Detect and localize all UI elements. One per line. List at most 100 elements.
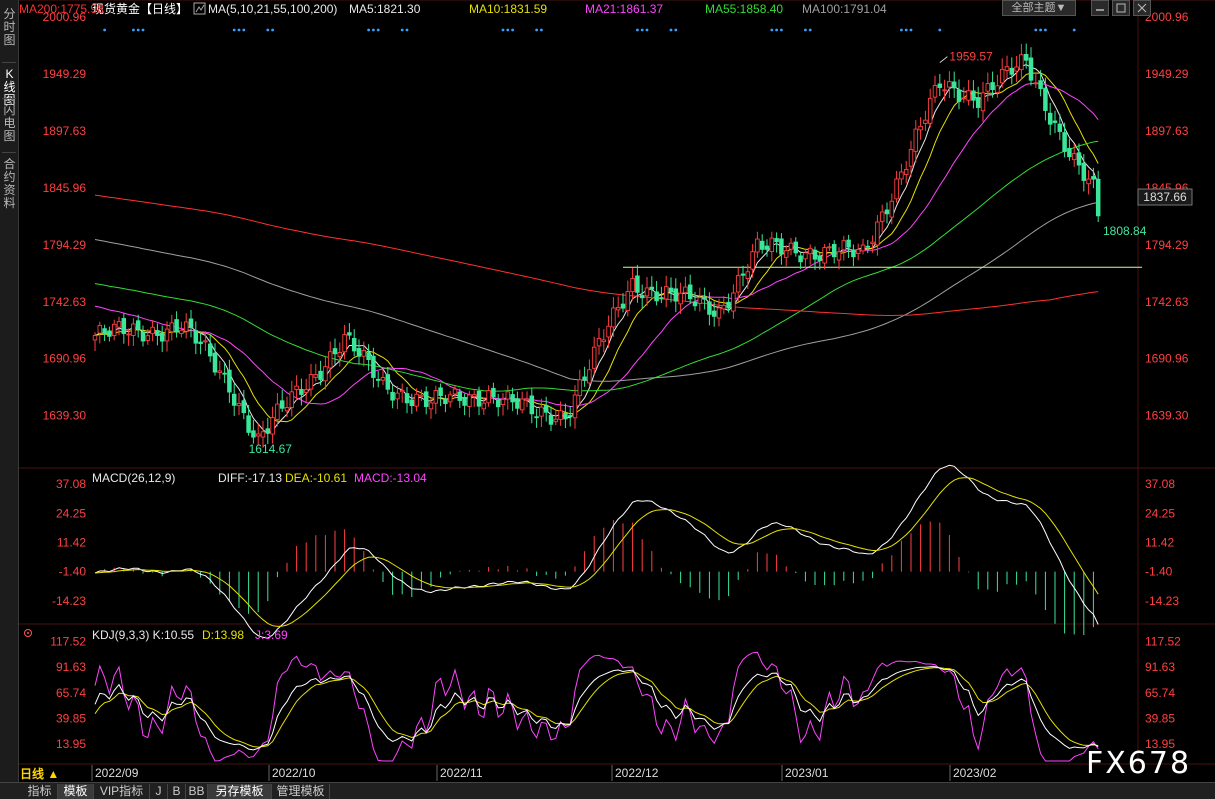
kdj-tick-right: 91.63 — [1145, 660, 1175, 674]
candle-body — [817, 255, 823, 261]
sidebar-divider — [2, 98, 16, 99]
candle-body — [558, 410, 563, 420]
macd-tick-right: 11.42 — [1145, 536, 1174, 550]
candle-body — [462, 396, 467, 406]
current-price-label: 1837.66 — [1143, 190, 1187, 204]
legend-ma-5: MA100:1791.04 — [802, 2, 887, 16]
candle-body — [342, 334, 347, 353]
candle-body — [390, 391, 395, 401]
legend-ma-4: MA55:1858.40 — [705, 2, 783, 16]
candle-body — [1081, 162, 1087, 181]
signal-dot — [1034, 28, 1038, 32]
signal-dot — [904, 28, 908, 32]
candle-body — [102, 328, 107, 334]
signal-dot — [640, 28, 644, 32]
candle-body — [899, 171, 904, 180]
bottom-tab-6[interactable]: 另存模板 — [208, 784, 272, 799]
candle-body — [467, 394, 472, 407]
candle-body — [404, 393, 410, 404]
candle-body — [107, 330, 112, 337]
candle-body — [687, 284, 693, 300]
bottom-tab-5[interactable]: BB — [186, 784, 208, 799]
candle-body — [510, 394, 515, 403]
minimize-icon[interactable] — [1091, 0, 1109, 16]
candle-body — [908, 149, 914, 167]
candle-body — [870, 241, 875, 245]
y-tick-label-right: 1639.30 — [1145, 409, 1189, 423]
candle-body — [543, 404, 549, 413]
candle-body — [131, 323, 136, 336]
candle-body — [481, 402, 487, 410]
candle-body — [1062, 132, 1067, 152]
last-low-annotation: 1808.84 — [1103, 224, 1147, 238]
bottom-tab-2[interactable]: VIP指标 — [94, 784, 150, 799]
candle-body — [332, 348, 338, 355]
candle-body — [515, 398, 520, 409]
signal-dot — [372, 28, 375, 32]
candle-body — [625, 291, 631, 312]
close-icon[interactable] — [1133, 0, 1151, 16]
candle-body — [97, 324, 103, 334]
candle-body — [735, 275, 741, 293]
candle-body — [1028, 57, 1034, 81]
candle-body — [385, 374, 391, 390]
candle-body — [347, 332, 352, 336]
kdj-tick-left: 65.74 — [56, 686, 86, 700]
candle-body — [371, 355, 376, 378]
candle-body — [174, 319, 179, 333]
candle-body — [1071, 153, 1077, 161]
candle-body — [159, 332, 165, 342]
candle-body — [692, 301, 698, 307]
macd-legend-1: DIFF:-17.13 — [218, 471, 282, 485]
bottom-tab-0[interactable]: 指标 — [22, 784, 58, 799]
restore-icon[interactable] — [1112, 0, 1130, 16]
sidebar-item-1[interactable]: K线图 — [1, 68, 18, 107]
kdj-legend-2: J:3.69 — [255, 628, 288, 642]
candle-body — [1091, 176, 1096, 180]
candle-body — [299, 388, 304, 395]
candle-body — [582, 376, 587, 381]
candle-body — [956, 89, 962, 102]
candle-body — [539, 406, 544, 417]
candle-body — [827, 246, 832, 249]
kdj-tick-right: 117.52 — [1145, 634, 1181, 648]
kdj-d-line — [94, 667, 1099, 748]
candle-body — [947, 81, 952, 88]
bottom-tab-1[interactable]: 模板 — [58, 784, 94, 799]
candle-body — [923, 119, 928, 124]
candle-body — [750, 251, 755, 270]
legend-ma-0: MA(5,10,21,55,100,200) — [208, 2, 337, 16]
candle-body — [927, 97, 933, 124]
candle-body — [121, 318, 127, 335]
signal-dot — [669, 28, 673, 32]
candle-body — [471, 394, 477, 397]
candle-body — [529, 395, 535, 415]
candle-body — [961, 97, 967, 100]
candle-body — [1095, 178, 1101, 217]
theme-dropdown[interactable]: 全部主题▼ — [1002, 0, 1076, 16]
candle-body — [654, 291, 659, 302]
candle-body — [601, 339, 607, 343]
bottom-tab-7[interactable]: 管理模板 — [272, 784, 330, 799]
bottom-tab-3[interactable]: J — [150, 784, 168, 799]
macd-legend-0: MACD(26,12,9) — [92, 471, 175, 485]
candle-body — [1047, 112, 1053, 125]
candle-body — [668, 287, 674, 293]
candle-body — [126, 333, 131, 336]
candle-body — [1067, 147, 1072, 158]
candle-body — [980, 92, 986, 112]
candle-body — [284, 407, 290, 412]
candle-body — [639, 295, 645, 299]
sidebar-item-2[interactable]: 闪电图 — [1, 104, 18, 143]
candle-body — [270, 417, 275, 435]
signal-dot — [938, 28, 942, 32]
candle-body — [707, 301, 712, 315]
candle-body — [635, 275, 640, 293]
sidebar-item-3[interactable]: 合约资料 — [1, 158, 18, 210]
candle-body — [932, 85, 938, 98]
bottom-tab-4[interactable]: B — [168, 784, 186, 799]
period-selector[interactable]: 日线 ▲ — [20, 766, 80, 782]
candle-body — [774, 238, 779, 243]
y-tick-label-right: 2000.96 — [1145, 10, 1189, 24]
sidebar-item-0[interactable]: 分时图 — [1, 8, 18, 47]
